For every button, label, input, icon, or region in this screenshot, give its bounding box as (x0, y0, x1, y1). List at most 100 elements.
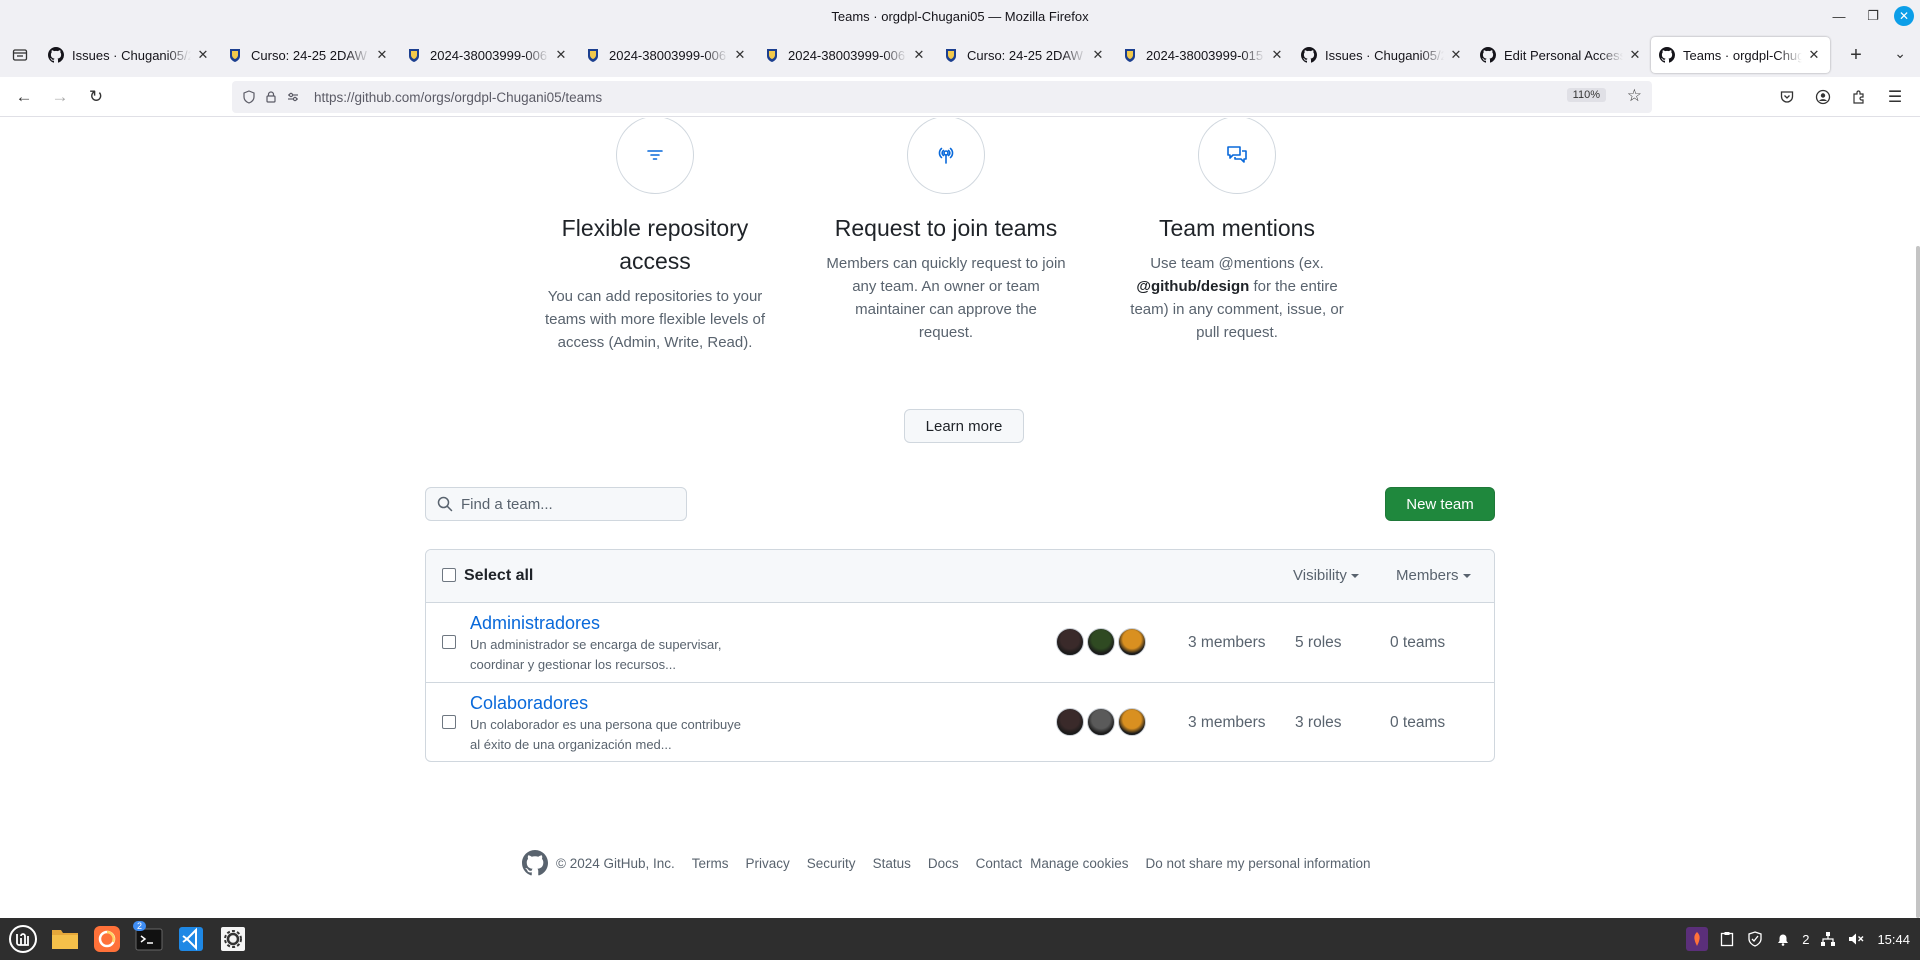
feature-text: You can add repositories to your teams w… (544, 288, 766, 351)
team-subteams-count[interactable]: 0 teams (1390, 714, 1445, 732)
team-roles-count[interactable]: 3 roles (1295, 714, 1342, 732)
browser-tab[interactable]: Teams · orgdpl-Chug ✕ (1651, 37, 1830, 73)
footer-link-terms[interactable]: Terms (692, 856, 729, 871)
team-roles-count[interactable]: 5 roles (1295, 634, 1342, 652)
close-window-icon[interactable]: ✕ (1894, 6, 1914, 26)
close-tab-icon[interactable]: ✕ (911, 47, 927, 63)
maximize-icon[interactable]: ❐ (1860, 4, 1886, 28)
bookmark-star-icon[interactable]: ☆ (1627, 86, 1642, 106)
team-row-checkbox[interactable] (442, 635, 456, 649)
browser-tab[interactable]: 2024-38003999-006 ✕ (398, 37, 577, 73)
moodle-icon (1122, 47, 1138, 63)
vscode-icon[interactable] (173, 921, 209, 957)
find-team-input[interactable]: Find a team... (425, 487, 687, 521)
browser-tab[interactable]: Issues · Chugani05/2 ✕ (40, 37, 219, 73)
terminal-icon[interactable]: 2 (131, 921, 167, 957)
list-all-tabs-icon[interactable]: ⌄ (1894, 45, 1906, 62)
close-tab-icon[interactable]: ✕ (1448, 47, 1464, 63)
new-tab-button[interactable]: + (1838, 37, 1874, 73)
mint-menu-icon[interactable] (5, 921, 41, 957)
pocket-icon[interactable] (1772, 81, 1802, 113)
network-icon[interactable] (1819, 930, 1837, 948)
volume-muted-icon[interactable] (1847, 930, 1865, 948)
close-tab-icon[interactable]: ✕ (1806, 47, 1822, 63)
team-row-checkbox[interactable] (442, 715, 456, 729)
footer-link-status[interactable]: Status (873, 856, 911, 871)
back-icon[interactable]: ← (6, 81, 42, 113)
close-tab-icon[interactable]: ✕ (1090, 47, 1106, 63)
browser-tab[interactable]: 2024-38003999-006 ✕ (756, 37, 935, 73)
files-icon[interactable] (47, 921, 83, 957)
teams-table-header: Select all Visibility Members (426, 550, 1494, 603)
avatar[interactable] (1056, 708, 1084, 736)
clipboard-icon[interactable] (1718, 930, 1736, 948)
tab-title: 2024-38003999-006 (788, 47, 906, 63)
avatar[interactable] (1087, 628, 1115, 656)
close-tab-icon[interactable]: ✕ (195, 47, 211, 63)
menu-icon[interactable]: ☰ (1880, 81, 1910, 113)
browser-tab[interactable]: Issues · Chugani05/2 ✕ (1293, 37, 1472, 73)
account-icon[interactable] (1808, 81, 1838, 113)
close-tab-icon[interactable]: ✕ (732, 47, 748, 63)
tab-title: 2024-38003999-006 (430, 47, 548, 63)
footer-link-contact[interactable]: Contact (976, 856, 1023, 871)
lock-icon[interactable] (260, 90, 282, 104)
browser-tab[interactable]: 2024-38003999-015 ✕ (1114, 37, 1293, 73)
shield-icon[interactable] (238, 90, 260, 104)
select-all-label[interactable]: Select all (464, 567, 533, 585)
forward-icon[interactable]: → (42, 81, 78, 113)
filter-icon (616, 118, 694, 194)
notifications-icon[interactable] (1774, 930, 1792, 948)
close-tab-icon[interactable]: ✕ (374, 47, 390, 63)
browser-tab[interactable]: Edit Personal Access ✕ (1472, 37, 1651, 73)
browser-tab[interactable]: Curso: 24-25 2DAW ✕ (935, 37, 1114, 73)
team-description: Un administrador se encarga de supervisa… (470, 637, 722, 672)
comment-discussion-icon (1198, 118, 1276, 194)
zoom-indicator[interactable]: 110% (1566, 88, 1606, 102)
taskbar: 2 2 15:44 (0, 918, 1920, 960)
avatar[interactable] (1118, 628, 1146, 656)
team-name-link[interactable]: Colaboradores (470, 693, 588, 714)
footer-link-do-not-share[interactable]: Do not share my personal information (1145, 856, 1370, 871)
team-members-count[interactable]: 3 members (1188, 714, 1266, 732)
url-text[interactable]: https://github.com/orgs/orgdpl-Chugani05… (314, 90, 602, 105)
page-scrollbar[interactable] (1916, 246, 1920, 918)
learn-more-button[interactable]: Learn more (904, 409, 1024, 443)
tab-title: 2024-38003999-015 (1146, 47, 1264, 63)
new-team-button[interactable]: New team (1385, 487, 1495, 521)
team-name-link[interactable]: Administradores (470, 613, 600, 634)
team-subteams-count[interactable]: 0 teams (1390, 634, 1445, 652)
select-all-checkbox[interactable] (442, 567, 456, 582)
browser-tab[interactable]: Curso: 24-25 2DAW ✕ (219, 37, 398, 73)
github-logo-icon[interactable] (522, 850, 548, 876)
permissions-icon[interactable] (282, 90, 304, 104)
close-tab-icon[interactable]: ✕ (1269, 47, 1285, 63)
minimize-icon[interactable]: — (1826, 4, 1852, 28)
browser-tab[interactable]: 2024-38003999-006 ✕ (577, 37, 756, 73)
mention-example: @github/design (1136, 278, 1250, 295)
clock[interactable]: 15:44 (1877, 932, 1910, 947)
firefox-tray-icon[interactable] (1686, 927, 1709, 951)
tab-title: Curso: 24-25 2DAW (967, 47, 1083, 63)
visibility-dropdown[interactable]: Visibility (1293, 567, 1359, 584)
avatar[interactable] (1118, 708, 1146, 736)
close-tab-icon[interactable]: ✕ (1627, 47, 1643, 63)
close-tab-icon[interactable]: ✕ (553, 47, 569, 63)
members-dropdown[interactable]: Members (1396, 567, 1471, 584)
extensions-icon[interactable] (1844, 81, 1874, 113)
footer-link-docs[interactable]: Docs (928, 856, 959, 871)
caret-down-icon (1462, 574, 1471, 579)
tab-title: Teams · orgdpl-Chug (1683, 47, 1802, 63)
shield-tray-icon[interactable] (1746, 930, 1764, 948)
firefox-icon[interactable] (89, 921, 125, 957)
settings-icon[interactable] (215, 921, 251, 957)
footer-link-manage-cookies[interactable]: Manage cookies (1030, 856, 1128, 871)
footer-link-security[interactable]: Security (807, 856, 856, 871)
footer-link-privacy[interactable]: Privacy (746, 856, 790, 871)
address-bar[interactable]: https://github.com/orgs/orgdpl-Chugani05… (232, 81, 1652, 113)
avatar[interactable] (1056, 628, 1084, 656)
reload-icon[interactable]: ↻ (78, 81, 114, 113)
firefox-view-icon[interactable] (0, 33, 40, 77)
avatar[interactable] (1087, 708, 1115, 736)
team-members-count[interactable]: 3 members (1188, 634, 1266, 652)
